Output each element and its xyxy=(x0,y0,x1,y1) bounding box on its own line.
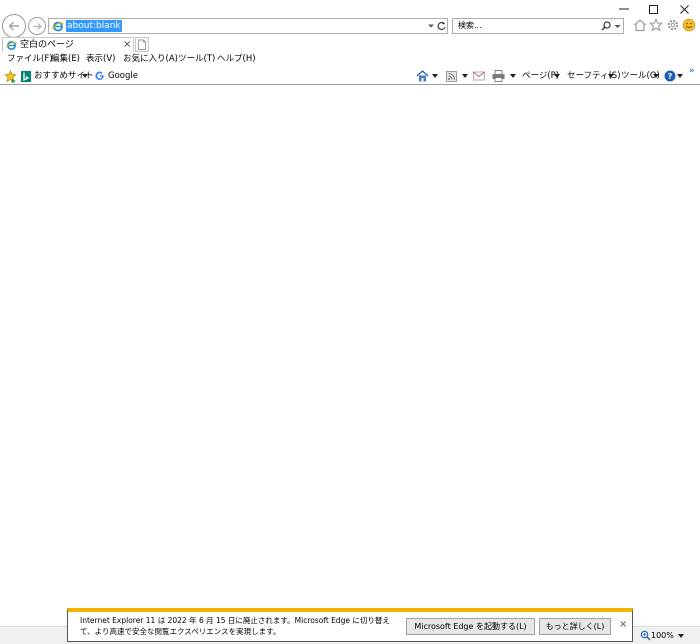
minimize-button[interactable] xyxy=(617,3,631,15)
help-icon[interactable]: ? xyxy=(664,70,676,82)
maximize-icon xyxy=(648,4,658,14)
menu-edit[interactable]: 編集(E) xyxy=(51,53,80,65)
chevron-down-icon[interactable] xyxy=(462,74,468,78)
gear-icon[interactable] xyxy=(666,18,680,32)
back-button[interactable] xyxy=(2,14,26,38)
home-icon[interactable] xyxy=(633,18,647,32)
learn-more-button[interactable]: もっと詳しく(L) xyxy=(539,618,611,635)
tab-title: 空白のページ xyxy=(20,40,74,50)
chevron-down-icon[interactable] xyxy=(614,23,621,30)
forward-button[interactable] xyxy=(28,17,46,35)
maximize-button[interactable] xyxy=(646,3,660,15)
search-icon[interactable] xyxy=(601,21,611,31)
svg-text:?: ? xyxy=(668,72,673,81)
notification-message: Internet Explorer 11 は 2022 年 6 月 15 日に廃… xyxy=(80,616,390,636)
chevron-down-icon[interactable] xyxy=(432,74,438,78)
close-window-button[interactable] xyxy=(677,3,691,15)
refresh-icon[interactable] xyxy=(436,20,447,32)
notification-bar: Internet Explorer 11 は 2022 年 6 月 15 日に廃… xyxy=(67,608,633,642)
smiley-feedback-icon[interactable] xyxy=(682,18,696,32)
chevron-down-icon[interactable] xyxy=(510,74,516,78)
new-tab-icon xyxy=(138,39,146,50)
mail-icon[interactable] xyxy=(473,71,485,81)
chevron-down-icon[interactable] xyxy=(608,74,614,78)
title-bar: about:blank 検索... xyxy=(0,0,700,38)
chevron-down-icon[interactable] xyxy=(678,634,684,638)
notification-close-button[interactable]: × xyxy=(619,619,627,631)
menu-bar: ファイル(F) 編集(E) 表示(V) お気に入り(A) ツール(T) ヘルプ(… xyxy=(0,52,700,67)
favorites-bar: おすすめサイト Google ページ(P) セーフティ(S) ツール(O) ? … xyxy=(0,65,700,85)
print-icon[interactable] xyxy=(492,70,505,82)
address-url[interactable]: about:blank xyxy=(66,20,122,32)
address-bar[interactable]: about:blank xyxy=(48,18,448,34)
rss-feed-icon[interactable] xyxy=(446,71,457,82)
ie-logo-icon xyxy=(52,21,64,32)
tab-blank-page[interactable]: 空白のページ × xyxy=(2,37,134,52)
menu-view[interactable]: 表示(V) xyxy=(86,53,115,65)
zoom-level[interactable]: 100% xyxy=(651,630,674,641)
chevron-down-icon[interactable] xyxy=(653,74,659,78)
tab-close-button[interactable]: × xyxy=(123,39,131,51)
chevron-down-icon[interactable] xyxy=(82,74,88,78)
chevron-down-icon[interactable] xyxy=(427,22,435,30)
home-icon[interactable] xyxy=(416,70,429,82)
menu-favorites[interactable]: お気に入り(A) xyxy=(123,53,178,65)
ie-logo-icon xyxy=(6,41,17,50)
zoom-icon[interactable] xyxy=(640,630,651,641)
arrow-left-icon xyxy=(8,21,19,31)
favorites-add-star-icon[interactable] xyxy=(4,70,17,83)
bing-icon xyxy=(21,71,31,82)
menu-tools[interactable]: ツール(T) xyxy=(178,53,215,65)
search-box[interactable]: 検索... xyxy=(452,18,624,34)
menu-help[interactable]: ヘルプ(H) xyxy=(217,53,256,65)
google-icon xyxy=(95,71,104,80)
tab-strip: 空白のページ × xyxy=(0,37,700,52)
toolbar-overflow-chevron[interactable]: » xyxy=(689,65,695,77)
close-icon xyxy=(679,4,689,14)
search-input[interactable]: 検索... xyxy=(458,20,482,32)
favorites-star-icon[interactable] xyxy=(649,18,663,32)
new-tab-button[interactable] xyxy=(135,37,149,52)
menu-file[interactable]: ファイル(F) xyxy=(7,53,53,65)
chevron-down-icon[interactable] xyxy=(677,74,683,78)
favorites-link-google[interactable]: Google xyxy=(108,70,138,82)
minimize-icon xyxy=(619,8,629,10)
chevron-down-icon[interactable] xyxy=(554,74,560,78)
launch-edge-button[interactable]: Microsoft Edge を起動する(L) xyxy=(406,618,535,635)
arrow-right-icon xyxy=(33,22,42,30)
page-content[interactable] xyxy=(0,86,700,624)
